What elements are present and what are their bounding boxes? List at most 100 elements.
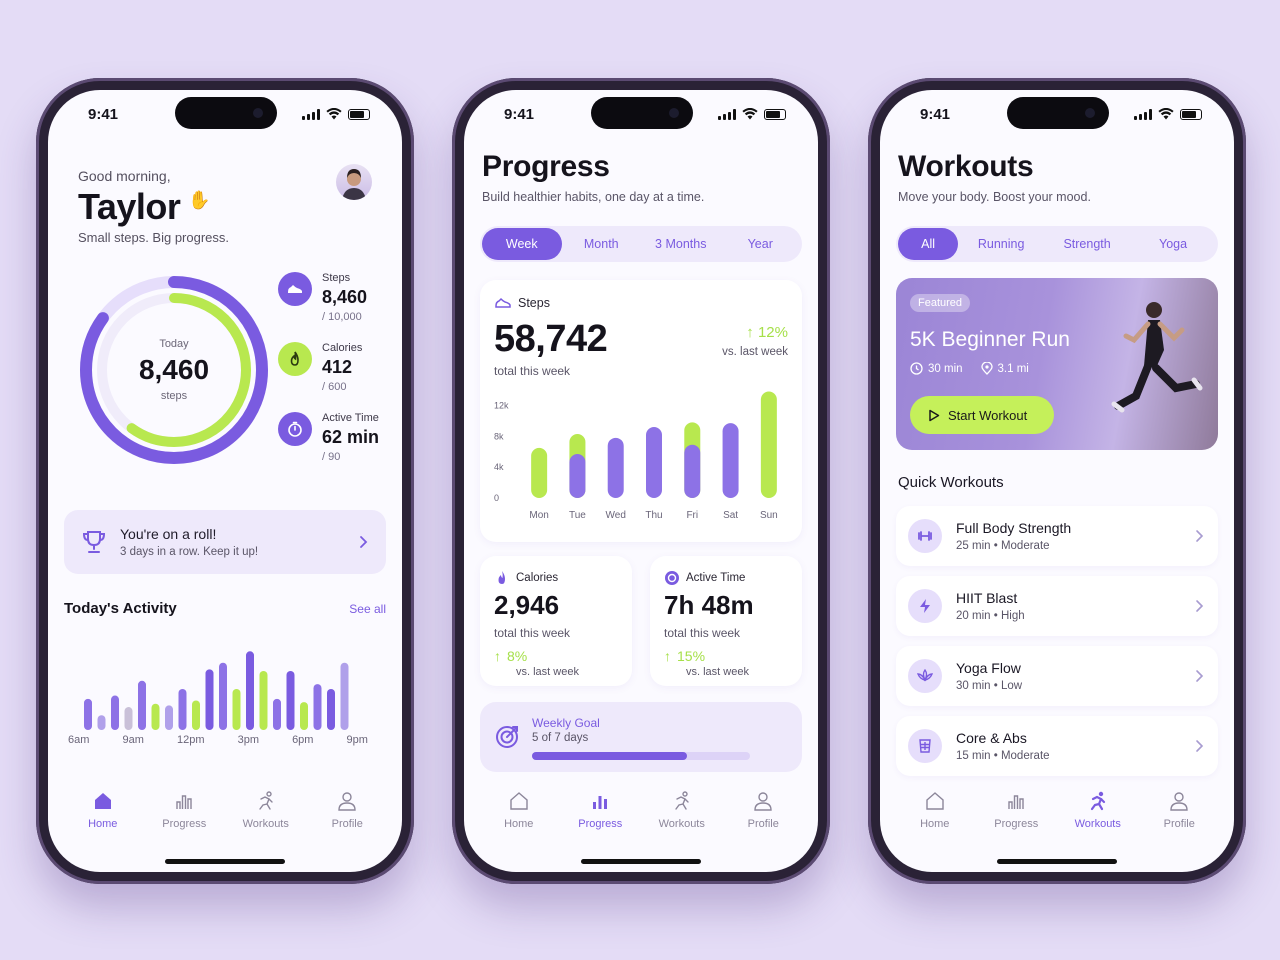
tab-label: Profile	[1163, 818, 1195, 830]
tab-home[interactable]: Home	[897, 780, 973, 850]
tab-label: Profile	[747, 818, 779, 830]
steps-card-vs: vs. last week	[722, 346, 788, 358]
activity-bar	[192, 700, 200, 730]
tab-workouts[interactable]: Workouts	[1060, 780, 1136, 850]
start-workout-button[interactable]: Start Workout	[910, 396, 1054, 434]
featured-distance: 3.1 mi	[997, 362, 1029, 375]
activity-x-label: 3pm	[237, 734, 259, 746]
chip-all[interactable]: All	[898, 228, 959, 260]
x-tick-label: Thu	[645, 510, 662, 521]
tab-bar: Home Progress Workouts Profile	[464, 780, 818, 850]
streak-title: You're on a roll!	[120, 526, 217, 542]
chip-running[interactable]: Running	[958, 228, 1044, 260]
chevron-right-icon	[1196, 740, 1204, 752]
featured-meta: 30 min 3.1 mi	[910, 362, 1029, 375]
steps-bar-segment	[684, 444, 701, 498]
home-indicator	[581, 859, 701, 864]
home-indicator	[997, 859, 1117, 864]
activity-bar	[259, 670, 268, 730]
activity-bar	[300, 702, 308, 730]
wifi-icon	[326, 108, 342, 120]
segment-3-months[interactable]: 3 Months	[641, 228, 721, 260]
y-tick-label: 8k	[494, 431, 504, 441]
shoe-icon	[278, 272, 312, 306]
status-bar: 9:41	[48, 90, 402, 140]
active-time-change: ↑ 15%	[664, 648, 705, 664]
signal-icon	[1134, 108, 1152, 120]
ring-unit: steps	[160, 390, 188, 402]
activity-x-label: 9pm	[346, 734, 368, 746]
status-time: 9:41	[504, 106, 535, 123]
goal-progress-track	[532, 752, 750, 760]
target-icon	[496, 726, 518, 748]
bar-chart-icon	[593, 796, 608, 809]
chip-yoga[interactable]: Yoga	[1130, 228, 1216, 260]
segment-month[interactable]: Month	[562, 228, 642, 260]
calories-change: ↑ 8%	[494, 648, 527, 664]
tab-label: Home	[920, 818, 950, 830]
ring-label: Today	[159, 338, 189, 350]
chip-strength[interactable]: Strength	[1044, 228, 1130, 260]
steps-ring: Today 8,460 steps	[74, 270, 274, 470]
streak-subtitle: 3 days in a row. Keep it up!	[120, 546, 259, 558]
activity-x-label: 6am	[68, 734, 90, 746]
timer-icon	[278, 412, 312, 446]
tab-progress[interactable]: Progress	[978, 780, 1054, 850]
tab-home[interactable]: Home	[65, 780, 141, 850]
see-all-link[interactable]: See all	[349, 602, 386, 616]
tab-workouts[interactable]: Workouts	[644, 780, 720, 850]
segment-week[interactable]: Week	[482, 228, 562, 260]
shoe-icon	[495, 297, 511, 308]
quick-workouts-title: Quick Workouts	[898, 474, 1004, 491]
flame-icon	[498, 571, 505, 584]
quick-workout-item[interactable]: Core & Abs 15 min • Moderate	[896, 716, 1218, 776]
x-tick-label: Sun	[760, 510, 778, 521]
home-icon	[510, 792, 528, 810]
system-icons	[1134, 108, 1202, 120]
tab-label: Progress	[162, 818, 207, 830]
tab-progress[interactable]: Progress	[562, 780, 638, 850]
dumbbell-icon	[908, 519, 942, 553]
signal-icon	[302, 108, 320, 120]
activity-bar	[219, 662, 227, 730]
tab-profile[interactable]: Profile	[1141, 780, 1217, 850]
tab-label: Progress	[578, 818, 623, 830]
avatar[interactable]	[336, 164, 372, 200]
tab-workouts[interactable]: Workouts	[228, 780, 304, 850]
metric-calories: Calories 412 / 600	[278, 342, 362, 393]
activity-bar	[138, 680, 146, 730]
arrow-up-icon: ↑	[664, 648, 671, 664]
steps-card-value: 58,742	[494, 318, 608, 360]
activity-bar	[124, 707, 133, 730]
weekly-goal-card[interactable]: Weekly Goal 5 of 7 days	[480, 702, 802, 772]
active-time-change-value: 15%	[677, 648, 706, 664]
activity-bar	[165, 705, 173, 730]
streak-card[interactable]: You're on a roll! 3 days in a row. Keep …	[64, 510, 386, 574]
segment-year[interactable]: Year	[721, 228, 801, 260]
metric-goal: / 600	[322, 381, 347, 393]
x-tick-label: Wed	[606, 510, 626, 521]
quick-workout-item[interactable]: Yoga Flow 30 min • Low	[896, 646, 1218, 706]
steps-bar-segment	[569, 454, 586, 498]
greeting: Good morning,	[78, 168, 171, 184]
quick-workout-item[interactable]: Full Body Strength 25 min • Moderate	[896, 506, 1218, 566]
activity-bar	[151, 703, 160, 730]
tab-home[interactable]: Home	[481, 780, 557, 850]
tab-label: Profile	[331, 818, 363, 830]
featured-workout-card[interactable]: Featured 5K Beginner Run 30 min 3.1 mi S…	[896, 278, 1218, 450]
steps-bar	[646, 427, 662, 498]
tab-progress[interactable]: Progress	[146, 780, 222, 850]
steps-bar	[722, 423, 739, 498]
runner-icon	[259, 791, 273, 810]
metric-value: 62 min	[322, 427, 380, 447]
arrow-up-icon: ↑	[494, 648, 501, 664]
tab-label: Workouts	[658, 818, 705, 830]
dynamic-island	[1007, 97, 1109, 129]
tab-profile[interactable]: Profile	[725, 780, 801, 850]
goal-sub: 5 of 7 days	[532, 732, 589, 744]
quick-workout-item[interactable]: HIIT Blast 20 min • High	[896, 576, 1218, 636]
tab-profile[interactable]: Profile	[309, 780, 385, 850]
location-pin-icon	[980, 362, 993, 375]
metric-goal: / 90	[322, 451, 341, 463]
activity-bar	[246, 651, 254, 730]
